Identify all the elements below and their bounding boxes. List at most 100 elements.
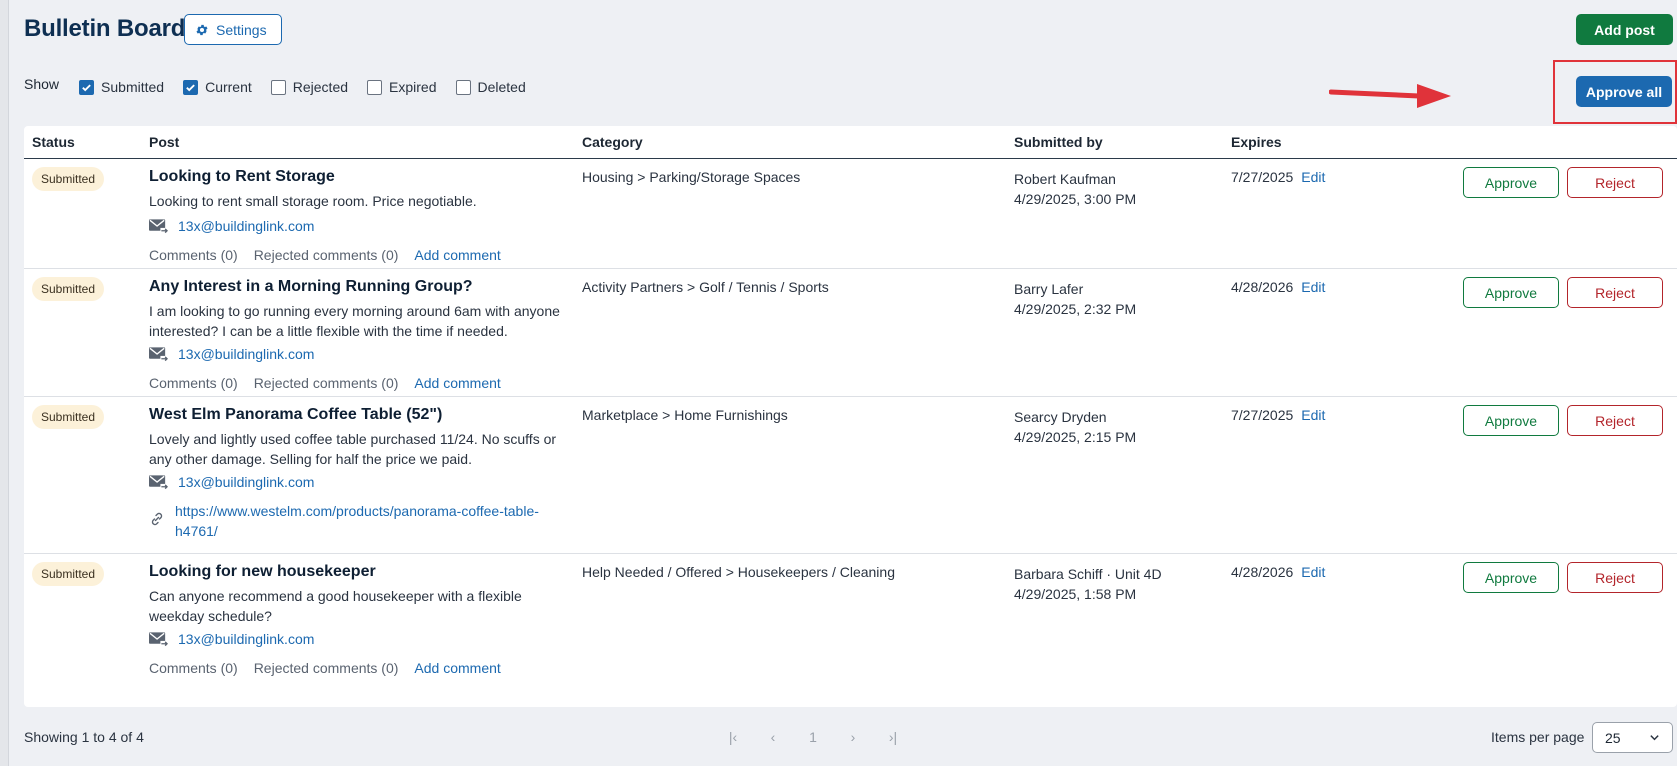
post-title: West Elm Panorama Coffee Table (52")	[149, 406, 443, 423]
filter-expired[interactable]: Expired	[367, 79, 437, 95]
page-title: Bulletin Board	[24, 15, 186, 42]
table-row: Submitted West Elm Panorama Coffee Table…	[24, 397, 1677, 554]
expires-date: 4/28/2026	[1231, 279, 1294, 295]
post-title: Looking for new housekeeper	[149, 563, 376, 580]
email-link[interactable]: 13x@buildinglink.com	[178, 631, 314, 647]
post-email[interactable]: 13x@buildinglink.com	[149, 346, 314, 362]
comments-bar: Comments (0) Rejected comments (0) Add c…	[149, 247, 517, 263]
items-per-page-value: 25	[1605, 729, 1621, 746]
reject-button[interactable]: Reject	[1567, 167, 1663, 198]
first-page-button[interactable]: |‹	[726, 729, 740, 745]
add-comment-link[interactable]: Add comment	[414, 247, 500, 263]
filter-label: Rejected	[292, 79, 349, 95]
rejected-comments-link[interactable]: Rejected comments (0)	[254, 247, 399, 263]
edit-expires-link[interactable]: Edit	[1301, 279, 1325, 295]
post-link[interactable]: https://www.westelm.com/products/panoram…	[149, 501, 569, 541]
reject-button[interactable]: Reject	[1567, 277, 1663, 308]
filter-current[interactable]: Current	[183, 79, 252, 95]
link-icon	[151, 512, 163, 526]
comments-link[interactable]: Comments (0)	[149, 247, 238, 263]
expires: 4/28/2026 Edit	[1231, 279, 1325, 295]
email-link[interactable]: 13x@buildinglink.com	[178, 474, 314, 490]
post-email[interactable]: 13x@buildinglink.com	[149, 631, 314, 647]
reject-button[interactable]: Reject	[1567, 562, 1663, 593]
category: Activity Partners > Golf / Tennis / Spor…	[582, 279, 829, 295]
checkbox-expired[interactable]	[367, 79, 383, 95]
comments-bar: Comments (0) Rejected comments (0) Add c…	[149, 660, 517, 676]
post-body: Lovely and lightly used coffee table pur…	[149, 431, 557, 467]
chevron-down-icon	[1650, 735, 1659, 741]
prev-page-button[interactable]: ‹	[766, 729, 780, 745]
add-post-button[interactable]: Add post	[1576, 14, 1673, 45]
filter-submitted[interactable]: Submitted	[79, 79, 164, 95]
post-email[interactable]: 13x@buildinglink.com	[149, 218, 314, 234]
header-post: Post	[149, 134, 180, 150]
mail-icon	[149, 475, 168, 490]
page-number[interactable]: 1	[806, 729, 820, 745]
submitted-at: 4/29/2025, 3:00 PM	[1014, 191, 1137, 207]
mail-icon	[149, 632, 168, 647]
submitted-at: 4/29/2025, 2:15 PM	[1014, 429, 1137, 445]
header-category: Category	[582, 134, 643, 150]
posts-table: Status Post Category Submitted by Expire…	[24, 126, 1677, 707]
expires: 7/27/2025 Edit	[1231, 407, 1325, 423]
approve-button[interactable]: Approve	[1463, 405, 1559, 436]
show-label: Show	[24, 76, 60, 92]
table-row: Submitted Looking to Rent Storage Lookin…	[24, 159, 1677, 269]
gear-icon	[196, 24, 208, 35]
submitter-name: Robert Kaufman	[1014, 171, 1116, 187]
expires: 4/28/2026 Edit	[1231, 564, 1325, 580]
post-email[interactable]: 13x@buildinglink.com	[149, 474, 314, 490]
category: Help Needed / Offered > Housekeepers / C…	[582, 564, 895, 580]
edit-expires-link[interactable]: Edit	[1301, 169, 1325, 185]
settings-button[interactable]: Settings	[184, 14, 282, 45]
external-link[interactable]: https://www.westelm.com/products/panoram…	[175, 501, 545, 541]
comments-link[interactable]: Comments (0)	[149, 660, 238, 676]
checkbox-current[interactable]	[183, 79, 199, 95]
submitted-at: 4/29/2025, 1:58 PM	[1014, 586, 1137, 602]
status-badge: Submitted	[32, 562, 105, 586]
reject-button[interactable]: Reject	[1567, 405, 1663, 436]
bulletin-board-page: Bulletin Board Settings Add post Show Su…	[24, 0, 1677, 766]
rejected-comments-link[interactable]: Rejected comments (0)	[254, 375, 399, 391]
items-per-page-label: Items per page	[1491, 729, 1585, 745]
add-comment-link[interactable]: Add comment	[414, 375, 500, 391]
filter-label: Submitted	[101, 79, 165, 95]
post-body: I am looking to go running every morning…	[149, 303, 560, 339]
email-link[interactable]: 13x@buildinglink.com	[178, 218, 314, 234]
pagination: |‹ ‹ 1 › ›|	[726, 729, 900, 745]
checkbox-submitted[interactable]	[79, 79, 95, 95]
table-row: Submitted Looking for new housekeeper Ca…	[24, 554, 1677, 684]
approve-button[interactable]: Approve	[1463, 562, 1559, 593]
items-per-page-select[interactable]: 25	[1592, 722, 1673, 753]
status-badge: Submitted	[32, 405, 105, 429]
rejected-comments-link[interactable]: Rejected comments (0)	[254, 660, 399, 676]
check-icon	[82, 83, 91, 91]
approve-button[interactable]: Approve	[1463, 167, 1559, 198]
email-link[interactable]: 13x@buildinglink.com	[178, 346, 314, 362]
submitted-by: Searcy Dryden 4/29/2025, 2:15 PM	[1014, 407, 1136, 447]
filter-deleted[interactable]: Deleted	[455, 79, 526, 95]
post-title: Any Interest in a Morning Running Group?	[149, 278, 473, 295]
checkbox-deleted[interactable]	[455, 79, 471, 95]
checkbox-rejected[interactable]	[270, 79, 286, 95]
comments-link[interactable]: Comments (0)	[149, 375, 238, 391]
post-title: Looking to Rent Storage	[149, 168, 335, 185]
next-page-button[interactable]: ›	[846, 729, 860, 745]
table-header: Status Post Category Submitted by Expire…	[24, 126, 1677, 159]
last-page-button[interactable]: ›|	[886, 729, 900, 745]
status-filters: Show Submitted Current Rejected Expired …	[24, 76, 545, 95]
showing-count: Showing 1 to 4 of 4	[24, 729, 144, 745]
approve-button[interactable]: Approve	[1463, 277, 1559, 308]
status-badge: Submitted	[32, 167, 105, 191]
filter-rejected[interactable]: Rejected	[270, 79, 349, 95]
edit-expires-link[interactable]: Edit	[1301, 407, 1325, 423]
annotation-highlight-box	[1553, 60, 1677, 124]
submitter-name: Barbara Schiff · Unit 4D	[1014, 566, 1162, 582]
submitter-name: Searcy Dryden	[1014, 409, 1107, 425]
table-row: Submitted Any Interest in a Morning Runn…	[24, 269, 1677, 397]
edit-expires-link[interactable]: Edit	[1301, 564, 1325, 580]
expires-date: 4/28/2026	[1231, 564, 1294, 580]
add-comment-link[interactable]: Add comment	[414, 660, 500, 676]
expires-date: 7/27/2025	[1231, 169, 1294, 185]
